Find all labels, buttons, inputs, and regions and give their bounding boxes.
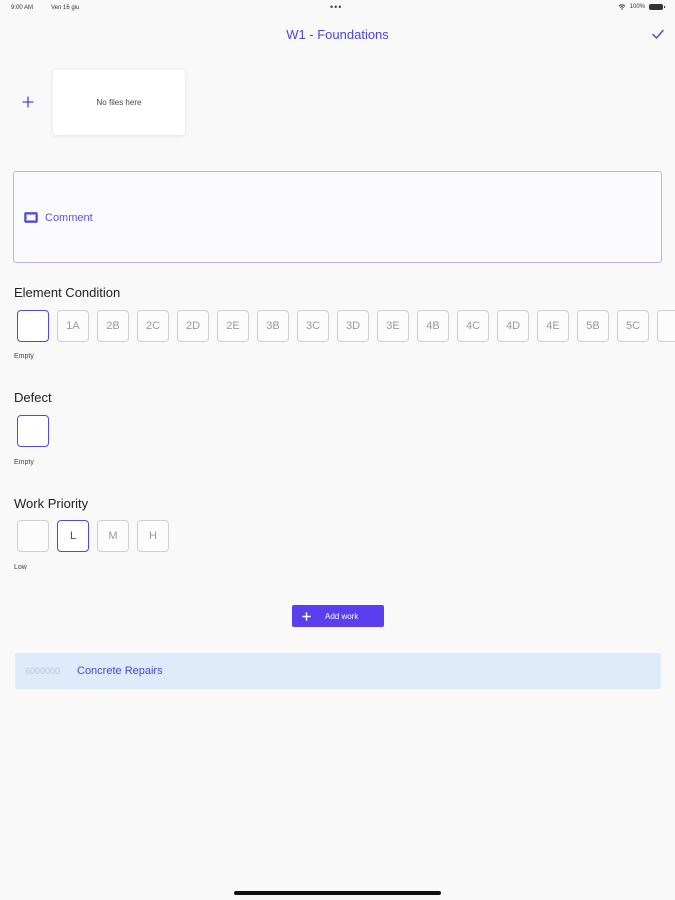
condition-option-tile[interactable]: 5B xyxy=(577,310,609,342)
work-item[interactable]: 6000000 Concrete Repairs xyxy=(15,653,661,689)
defect-title: Defect xyxy=(14,390,52,405)
condition-option-tile[interactable]: 4B xyxy=(417,310,449,342)
checkmark-icon[interactable] xyxy=(650,26,666,42)
element-condition-caption: Empty xyxy=(14,353,34,360)
priority-option-tile[interactable] xyxy=(17,520,49,552)
condition-option-tile[interactable]: 3D xyxy=(337,310,369,342)
priority-option-tile[interactable]: M xyxy=(97,520,129,552)
home-indicator xyxy=(234,891,441,895)
add-file-button[interactable] xyxy=(20,94,36,110)
defect-caption: Empty xyxy=(14,459,34,466)
comment-field[interactable]: Comment xyxy=(13,171,662,263)
files-card: No files here xyxy=(53,70,185,135)
comment-label: Comment xyxy=(45,212,93,224)
comment-icon xyxy=(24,212,38,223)
condition-option-tile[interactable]: 2C xyxy=(137,310,169,342)
priority-option-tile[interactable]: L xyxy=(57,520,89,552)
condition-option-tile[interactable]: 4E xyxy=(537,310,569,342)
element-condition-title: Element Condition xyxy=(14,285,121,300)
status-time: 9:00 AM xyxy=(11,5,34,11)
condition-option-tile[interactable]: 2E xyxy=(217,310,249,342)
work-priority-title: Work Priority xyxy=(14,496,89,511)
condition-option-tile[interactable]: 3E xyxy=(377,310,409,342)
condition-option-tile[interactable]: 2B xyxy=(97,310,129,342)
defect-tile[interactable] xyxy=(17,415,49,447)
priority-option-tile[interactable]: H xyxy=(137,520,169,552)
battery-icon xyxy=(649,4,665,10)
plus-icon xyxy=(302,611,311,621)
wifi-icon xyxy=(617,4,626,10)
defect-options xyxy=(17,415,675,447)
work-item-code: 6000000 xyxy=(25,666,61,676)
work-priority-caption: Low xyxy=(14,564,27,571)
condition-option-tile[interactable]: 2D xyxy=(177,310,209,342)
page-title: W1 - Foundations xyxy=(286,27,389,42)
condition-option-tile[interactable]: 5C xyxy=(617,310,649,342)
files-empty-text: No files here xyxy=(96,98,142,107)
condition-option-tile[interactable] xyxy=(657,310,675,342)
condition-option-tile[interactable] xyxy=(17,310,49,342)
condition-option-tile[interactable]: 4C xyxy=(457,310,489,342)
work-item-name: Concrete Repairs xyxy=(77,665,163,677)
condition-option-tile[interactable]: 3C xyxy=(297,310,329,342)
status-date: Ven 16 giu xyxy=(51,5,80,11)
condition-option-tile[interactable]: 3B xyxy=(257,310,289,342)
add-work-button[interactable]: Add work xyxy=(292,605,384,627)
add-work-label: Add work xyxy=(325,611,359,621)
multitasking-dots-icon[interactable]: ••• xyxy=(330,2,342,12)
status-bar: 9:00 AM Ven 16 giu ••• 100% xyxy=(0,0,675,18)
work-priority-options: LMH xyxy=(17,520,675,552)
condition-option-tile[interactable]: 4D xyxy=(497,310,529,342)
condition-option-tile[interactable]: 1A xyxy=(57,310,89,342)
element-condition-options: 1A 2B 2C 2D 2E 3B 3C 3D 3E 4B 4C 4D 4E 5B 5C xyxy=(17,310,675,342)
status-right: 100% xyxy=(617,4,665,10)
battery-percent: 100% xyxy=(629,4,645,10)
